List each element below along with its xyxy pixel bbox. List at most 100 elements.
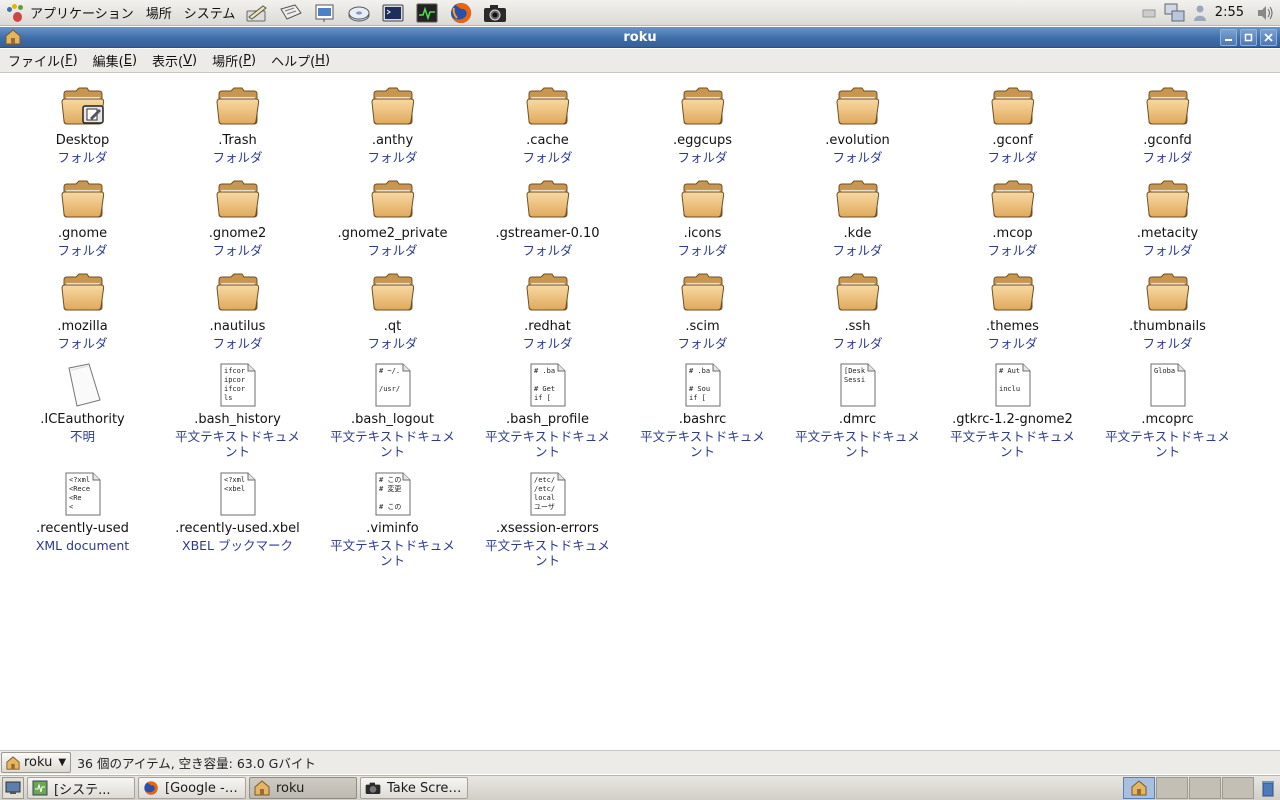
keyboard-icon[interactable]	[1141, 6, 1157, 20]
icon-type-label: 不明	[69, 429, 95, 444]
folder-item[interactable]: .gconf フォルダ	[935, 82, 1090, 165]
clock[interactable]: 2:55	[1215, 5, 1244, 20]
location-button[interactable]: roku ▼	[1, 752, 72, 773]
folder-item[interactable]: .anthy フォルダ	[315, 82, 470, 165]
svg-text:# .ba: # .ba	[689, 367, 710, 375]
folder-item[interactable]: .themes フォルダ	[935, 268, 1090, 351]
folder-item[interactable]: .gnome2 フォルダ	[160, 175, 315, 258]
folder-item[interactable]: .thumbnails フォルダ	[1090, 268, 1245, 351]
applications-menu[interactable]: アプリケーション	[0, 1, 140, 25]
icon-type-label: XBEL ブックマーク	[182, 538, 293, 553]
minimize-button[interactable]	[1220, 28, 1237, 46]
file-item[interactable]: <?xml <xbel .recently-used.xbel XBEL ブックマーク	[160, 470, 315, 553]
terminal-icon[interactable]	[379, 1, 407, 25]
taskbar-button-label: Take Scre…	[387, 780, 462, 796]
system-monitor-icon[interactable]	[413, 1, 441, 25]
folder-item[interactable]: .qt フォルダ	[315, 268, 470, 351]
folder-item[interactable]: .mozilla フォルダ	[5, 268, 160, 351]
network-icon[interactable]	[1163, 2, 1187, 24]
menu-item[interactable]: ファイル(F)	[0, 49, 85, 73]
folder-item[interactable]: .kde フォルダ	[780, 175, 935, 258]
folder-item[interactable]: .metacity フォルダ	[1090, 175, 1245, 258]
workspace-button[interactable]	[1222, 777, 1254, 799]
camera-icon[interactable]	[481, 1, 509, 25]
folder-item[interactable]: .gnome フォルダ	[5, 175, 160, 258]
applications-menu-label: アプリケーション	[30, 7, 134, 22]
icon-view[interactable]: Desktop フォルダ .Trash フォルダ .anthy フォルダ .cache…	[0, 74, 1280, 748]
pen-drawing-icon[interactable]	[243, 1, 271, 25]
menu-item[interactable]: 場所(P)	[204, 49, 263, 73]
folder-icon	[679, 268, 727, 316]
taskbar-button[interactable]: roku	[249, 777, 357, 799]
folder-item[interactable]: .gnome2_private フォルダ	[315, 175, 470, 258]
folder-item[interactable]: .gconfd フォルダ	[1090, 82, 1245, 165]
menu-item-label: 場所(	[212, 55, 244, 70]
file-item[interactable]: .ICEauthority 不明	[5, 361, 160, 444]
icon-label: .recently-used.xbel	[175, 521, 300, 536]
menu-item[interactable]: ヘルプ(H)	[263, 49, 337, 73]
folder-item[interactable]: .Trash フォルダ	[160, 82, 315, 165]
icon-type-label: XML document	[35, 538, 130, 553]
window-list: [システ... [Google -… roku Take Scre…	[24, 777, 468, 799]
folder-item[interactable]: .redhat フォルダ	[470, 268, 625, 351]
disk-icon[interactable]	[345, 1, 373, 25]
text-editor-icon[interactable]	[277, 1, 305, 25]
places-menu[interactable]: 場所	[140, 1, 178, 25]
svg-text:/usr/: /usr/	[379, 385, 400, 393]
folder-item[interactable]: .gstreamer-0.10 フォルダ	[470, 175, 625, 258]
taskbar-button-label: [システ...	[54, 782, 111, 798]
menu-item-accelerator: E	[123, 53, 132, 68]
taskbar-button[interactable]: [システ...	[27, 777, 135, 799]
volume-icon[interactable]	[1256, 4, 1276, 22]
folder-item[interactable]: .mcop フォルダ	[935, 175, 1090, 258]
firefox-icon[interactable]	[447, 1, 475, 25]
file-item[interactable]: /etc//etc/local ユーザ .xsession-errors 平文テキスト…	[470, 470, 625, 568]
folder-item[interactable]: .icons フォルダ	[625, 175, 780, 258]
file-item[interactable]: [Desk Sessi .dmrc 平文テキストドキュメント	[780, 361, 935, 459]
file-item[interactable]: # Aut inclu .gtkrc-1.2-gnome2 平文テキストドキュメント	[935, 361, 1090, 459]
window-titlebar[interactable]: roku	[0, 27, 1280, 48]
file-item[interactable]: # .ba # Sou if [.bashrc 平文テキストドキュメント	[625, 361, 780, 459]
folder-icon	[59, 268, 107, 316]
svg-text:ifcor: ifcor	[224, 385, 245, 393]
svg-text:# この: # この	[379, 503, 401, 511]
menu-item[interactable]: 表示(V)	[144, 49, 204, 73]
folder-item[interactable]: Desktop フォルダ	[5, 82, 160, 165]
trash-icon[interactable]	[1258, 777, 1278, 799]
workspace-button[interactable]	[1156, 777, 1188, 799]
svg-text:/etc/: /etc/	[534, 485, 555, 493]
taskbar-button[interactable]: [Google -…	[138, 777, 246, 799]
file-item[interactable]: Globa .mcoprc 平文テキストドキュメント	[1090, 361, 1245, 459]
icon-label: .mozilla	[57, 319, 108, 334]
window-title: roku	[623, 29, 657, 45]
maximize-button[interactable]	[1240, 28, 1257, 46]
folder-item[interactable]: .eggcups フォルダ	[625, 82, 780, 165]
file-item[interactable]: # ~/. /usr/ .bash_logout 平文テキストドキュメント	[315, 361, 470, 459]
folder-item[interactable]: .cache フォルダ	[470, 82, 625, 165]
workspace-button[interactable]	[1189, 777, 1221, 799]
folder-item[interactable]: .scim フォルダ	[625, 268, 780, 351]
taskbar-button-label: roku	[276, 780, 305, 796]
user-switch-icon[interactable]	[1193, 4, 1207, 22]
launcher-area	[243, 1, 515, 25]
folder-item[interactable]: .ssh フォルダ	[780, 268, 935, 351]
folder-item[interactable]: .evolution フォルダ	[780, 82, 935, 165]
taskbar-button[interactable]: Take Scre…	[360, 777, 468, 799]
menu-item[interactable]: 編集(E)	[85, 49, 144, 73]
icon-label: .cache	[526, 133, 569, 148]
workspace-button[interactable]	[1123, 777, 1155, 799]
menu-item-label: 表示(	[152, 55, 184, 70]
folder-item[interactable]: .nautilus フォルダ	[160, 268, 315, 351]
file-item[interactable]: # .ba # Get if [.bash_profile 平文テキストドキュメント	[470, 361, 625, 459]
system-menu[interactable]: システム	[178, 1, 242, 25]
file-item[interactable]: # この # 変更 # この .viminfo 平文テキストドキュメント	[315, 470, 470, 568]
file-item[interactable]: ifcor ipcor ifcor ls .bash_history 平文テキストドキュメ…	[160, 361, 315, 459]
svg-text:<: <	[69, 503, 73, 511]
show-desktop-button[interactable]	[2, 777, 24, 799]
menu-item-suffix: )	[72, 53, 78, 68]
presentation-icon[interactable]	[311, 1, 339, 25]
file-item[interactable]: <?xml <Rece <Re < .recently-used XML docume…	[5, 470, 160, 553]
window-menu-icon[interactable]	[3, 27, 23, 47]
close-button[interactable]	[1260, 28, 1277, 46]
icon-type-label: フォルダ	[522, 336, 573, 351]
